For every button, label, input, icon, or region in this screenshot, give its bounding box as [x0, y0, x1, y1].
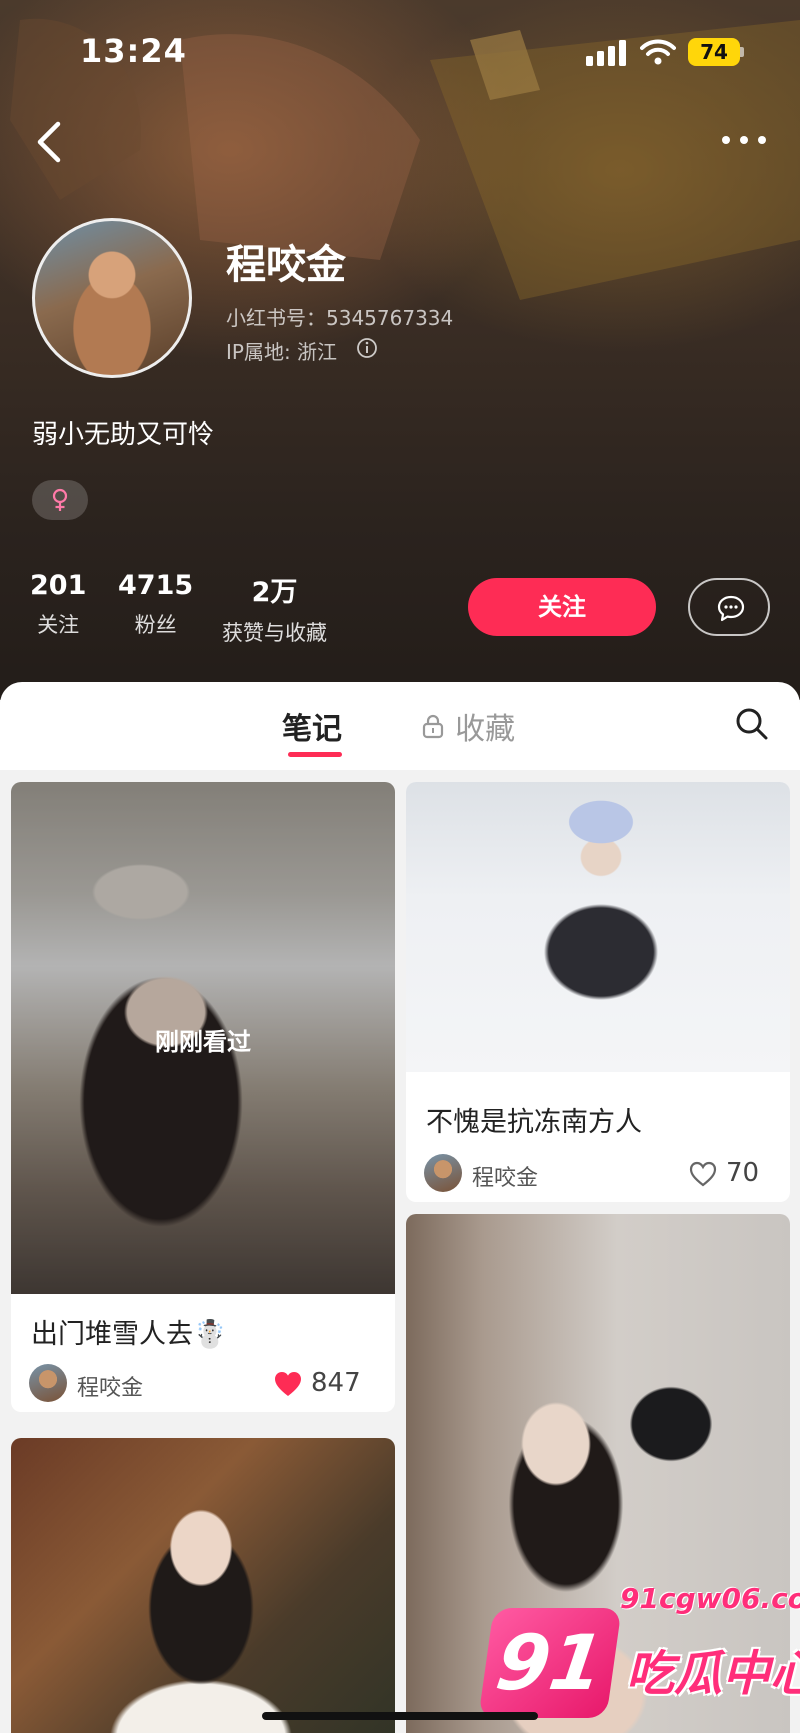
stat-fans-count: 4715 [118, 570, 194, 601]
like-count: 70 [726, 1158, 760, 1188]
status-time: 13:24 [80, 32, 187, 70]
info-icon[interactable] [356, 337, 378, 359]
note-card[interactable]: 刚刚看过 出门堆雪人去☃️ 程咬金 847 [11, 782, 395, 1412]
profile-header: 13:24 74 程咬金 小红书号：5345767334 IP属地: 浙江 弱小… [0, 0, 800, 700]
watermark-url: 91cgw06.com [620, 1582, 800, 1615]
note-cover-image [406, 782, 790, 1072]
lock-icon [422, 714, 444, 739]
back-arrow-icon[interactable] [30, 118, 70, 166]
profile-name: 程咬金 [226, 242, 346, 288]
tab-collect[interactable]: 收藏 [420, 704, 515, 748]
watermark-logo: 91 [478, 1608, 622, 1718]
stat-fans[interactable]: 4715 粉丝 [118, 570, 193, 639]
note-title: 出门堆雪人去☃️ [31, 1319, 227, 1350]
tab-notes[interactable]: 笔记 [282, 704, 342, 748]
heart-outline-icon [689, 1161, 717, 1187]
note-cover-image [11, 1438, 395, 1733]
content-tabs: 笔记 收藏 [0, 682, 800, 770]
stat-fans-label: 粉丝 [134, 613, 177, 637]
avatar [424, 1154, 462, 1192]
status-bar: 13:24 74 [0, 0, 800, 100]
author-name: 程咬金 [77, 1376, 144, 1401]
stat-following-label: 关注 [37, 613, 80, 637]
avatar [29, 1364, 67, 1402]
stat-likes-label: 获赞与收藏 [222, 621, 327, 645]
watermark-text: 吃瓜中心 [626, 1646, 800, 1702]
message-button[interactable] [688, 578, 770, 636]
heart-filled-icon [275, 1372, 301, 1396]
signal-icon [586, 40, 626, 66]
like-count: 847 [311, 1368, 361, 1398]
recently-viewed-label: 刚刚看过 [155, 1028, 251, 1056]
like-button[interactable]: 70 [688, 1156, 768, 1192]
more-options-icon[interactable] [718, 128, 770, 152]
battery-level: 74 [700, 40, 728, 64]
chat-bubble-icon [717, 595, 745, 622]
watermark: 91cgw06.com 91 吃瓜中心 [478, 1572, 800, 1732]
profile-bio: 弱小无助又可怜 [32, 420, 215, 450]
tab-collect-label: 收藏 [455, 712, 516, 747]
stat-likes[interactable]: 2万 获赞与收藏 [222, 570, 327, 647]
search-icon[interactable] [734, 706, 770, 742]
active-tab-indicator [288, 752, 342, 757]
gender-badge [32, 480, 88, 520]
follow-button[interactable]: 关注 [468, 578, 656, 636]
female-symbol-icon [52, 488, 68, 511]
wifi-icon [640, 39, 676, 65]
stat-likes-count: 2万 [251, 577, 298, 608]
note-title: 不愧是抗冻南方人 [426, 1107, 642, 1138]
note-card[interactable] [11, 1438, 395, 1733]
profile-avatar[interactable] [32, 218, 192, 378]
note-card[interactable]: 不愧是抗冻南方人 程咬金 70 [406, 782, 790, 1202]
profile-ip-location: IP属地: 浙江 [226, 340, 338, 364]
stat-following-count: 201 [30, 570, 87, 601]
home-indicator [262, 1712, 538, 1720]
battery-icon: 74 [688, 38, 744, 66]
profile-id: 小红书号：5345767334 [226, 306, 454, 330]
stat-following[interactable]: 201 关注 [30, 570, 86, 639]
like-button[interactable]: 847 [273, 1366, 373, 1402]
author-name: 程咬金 [472, 1166, 539, 1191]
